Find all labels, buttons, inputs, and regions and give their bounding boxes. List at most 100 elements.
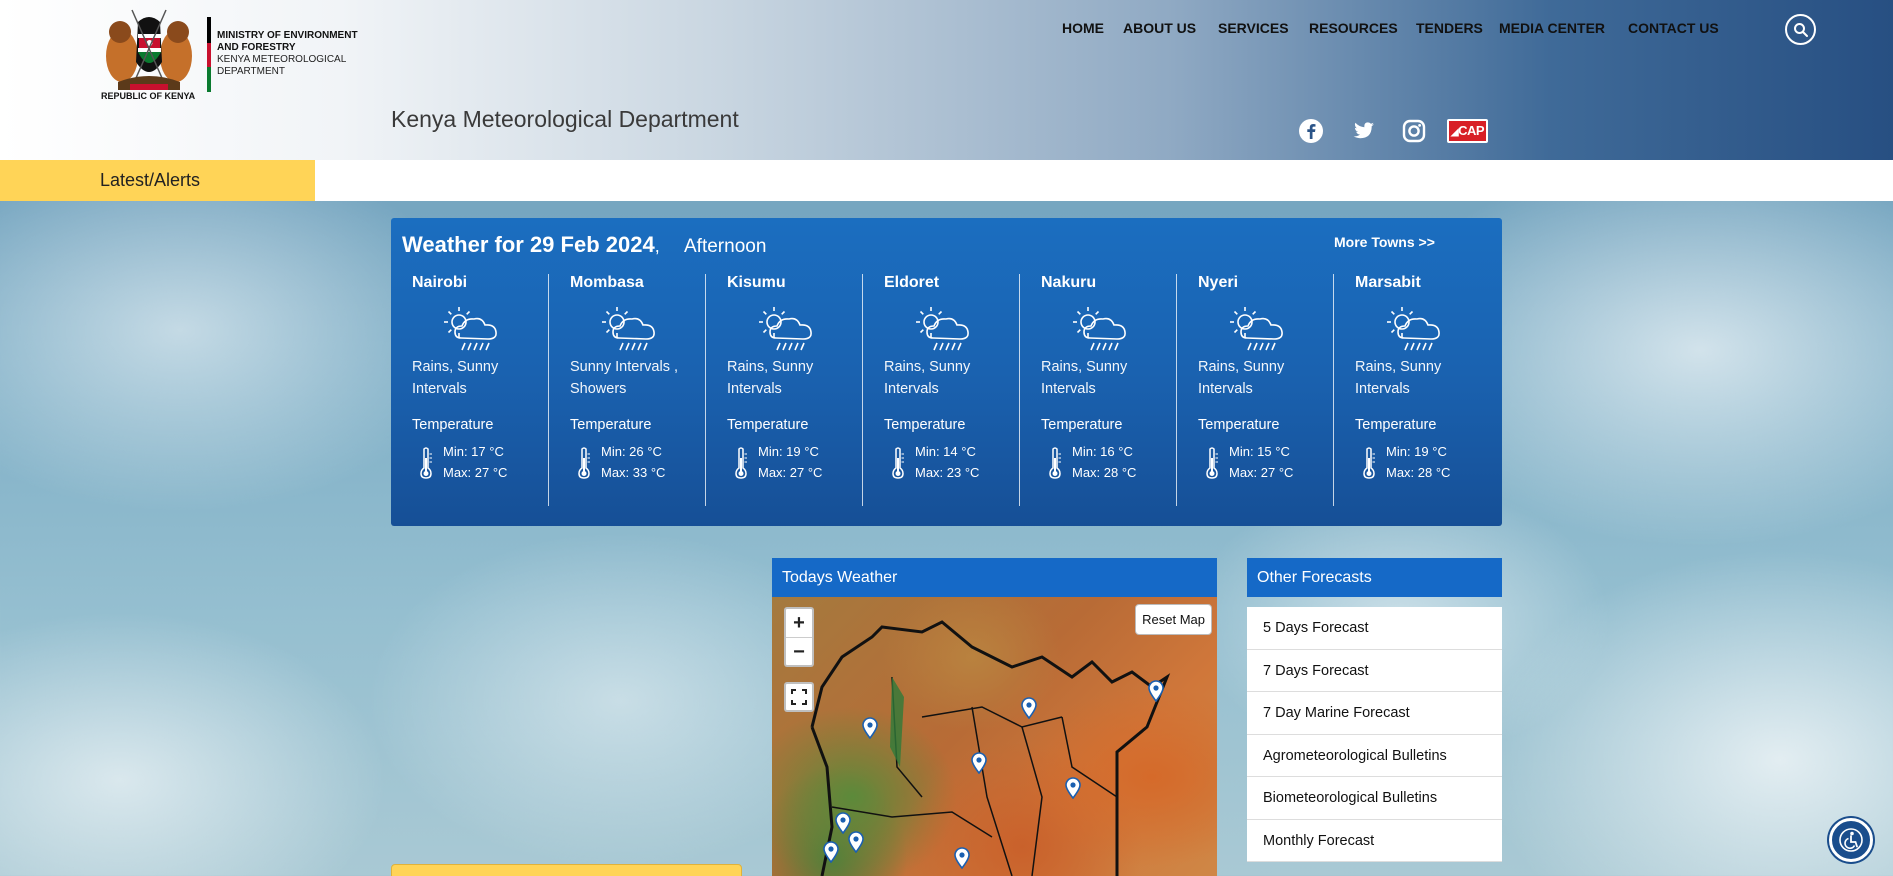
temp-min: Min: 19 °C xyxy=(1386,444,1447,459)
nav-media-center[interactable]: MEDIA CENTER xyxy=(1499,20,1605,36)
coat-of-arms-logo[interactable] xyxy=(100,4,198,102)
nav-resources[interactable]: RESOURCES xyxy=(1309,20,1398,36)
temp-max: Max: 28 °C xyxy=(1386,465,1451,480)
zoom-out-button[interactable]: − xyxy=(786,637,812,665)
alerts-bar: Latest/Alerts xyxy=(0,160,1893,201)
map-marker-icon[interactable] xyxy=(1064,777,1082,799)
forecast-link[interactable]: 7 Days Forecast xyxy=(1247,650,1502,692)
temp-min: Min: 26 °C xyxy=(601,444,662,459)
rain-sun-icon xyxy=(756,304,818,356)
flag-green-bar xyxy=(207,67,211,92)
rain-sun-icon xyxy=(441,304,503,356)
town-condition: Rains, Sunny Intervals xyxy=(412,359,499,397)
latest-alerts-label[interactable]: Latest/Alerts xyxy=(0,160,315,201)
forecast-link[interactable]: Agrometeorological Bulletins xyxy=(1247,735,1502,777)
map-marker-icon[interactable] xyxy=(953,847,971,869)
nav-tenders[interactable]: TENDERS xyxy=(1416,20,1483,36)
site-header: REPUBLIC OF KENYA MINISTRY OF ENVIRONMEN… xyxy=(0,0,1893,160)
forecast-link[interactable]: Biometeorological Bulletins xyxy=(1247,777,1502,820)
nav-services[interactable]: SERVICES xyxy=(1218,20,1289,36)
weather-map[interactable]: + − Reset Map xyxy=(772,597,1217,876)
temperature-label: Temperature xyxy=(412,417,494,433)
thermometer-icon xyxy=(1361,446,1377,480)
temp-min: Min: 17 °C xyxy=(443,444,504,459)
rain-sun-icon xyxy=(1384,304,1446,356)
nav-home[interactable]: HOME xyxy=(1062,20,1104,36)
temp-min: Min: 14 °C xyxy=(915,444,976,459)
cap-alert-link[interactable]: ◢CAP xyxy=(1447,119,1488,143)
logo-caption: REPUBLIC OF KENYA xyxy=(101,91,196,101)
town-condition: Rains, Sunny Intervals xyxy=(884,359,971,397)
town-name: Nakuru xyxy=(1041,274,1097,291)
town-forecast-nyeri[interactable]: Nyeri Rains, Sunny Intervals Temperature… xyxy=(1176,274,1333,506)
title-separator: , xyxy=(654,236,660,256)
map-marker-icon[interactable] xyxy=(847,831,865,853)
todays-weather-title: Todays Weather xyxy=(772,558,1217,597)
search-button[interactable] xyxy=(1785,14,1816,45)
twitter-icon[interactable] xyxy=(1350,118,1376,144)
town-forecast-eldoret[interactable]: Eldoret Rains, Sunny Intervals Temperatu… xyxy=(862,274,1019,506)
accessibility-icon xyxy=(1839,828,1863,852)
zoom-in-button[interactable]: + xyxy=(786,609,812,637)
fullscreen-icon xyxy=(791,689,807,705)
town-forecast-kisumu[interactable]: Kisumu Rains, Sunny Intervals Temperatur… xyxy=(705,274,862,506)
weather-period: Afternoon xyxy=(684,236,767,257)
map-marker-icon[interactable] xyxy=(970,752,988,774)
thermometer-icon xyxy=(576,446,592,480)
weather-date-title: Weather for 29 Feb 2024 xyxy=(402,232,655,257)
temperature-label: Temperature xyxy=(727,417,809,433)
map-marker-icon[interactable] xyxy=(822,841,840,863)
town-name: Mombasa xyxy=(570,274,644,291)
zoom-control: + − xyxy=(784,607,814,667)
ministry-block: MINISTRY OF ENVIRONMENT AND FORESTRY KEN… xyxy=(207,17,358,92)
map-marker-icon[interactable] xyxy=(861,717,879,739)
instagram-icon[interactable] xyxy=(1401,118,1427,144)
forecast-link[interactable]: 7 Day Marine Forecast xyxy=(1247,692,1502,735)
forecast-link[interactable]: 5 Days Forecast xyxy=(1247,607,1502,650)
cap-label: CAP xyxy=(1458,123,1485,138)
rain-sun-icon xyxy=(1227,304,1289,356)
side-yellow-card xyxy=(391,864,742,876)
rain-sun-icon xyxy=(913,304,975,356)
department-name: KENYA METEOROLOGICAL DEPARTMENT xyxy=(217,54,346,77)
weather-title: Weather for 29 Feb 2024, xyxy=(402,232,660,258)
town-name: Nairobi xyxy=(412,274,468,291)
forecast-link[interactable]: Monthly Forecast xyxy=(1247,820,1502,862)
town-forecast-marsabit[interactable]: Marsabit Rains, Sunny Intervals Temperat… xyxy=(1333,274,1490,506)
town-forecast-nairobi[interactable]: Nairobi Rains, Sunny Intervals Temperatu… xyxy=(391,274,548,506)
nav-about[interactable]: ABOUT US xyxy=(1123,20,1196,36)
temperature-label: Temperature xyxy=(884,417,966,433)
town-condition: Rains, Sunny Intervals xyxy=(1041,359,1128,397)
thermometer-icon xyxy=(418,446,434,480)
reset-map-button[interactable]: Reset Map xyxy=(1135,604,1212,635)
town-forecast-nakuru[interactable]: Nakuru Rains, Sunny Intervals Temperatur… xyxy=(1019,274,1176,506)
temp-min: Min: 15 °C xyxy=(1229,444,1290,459)
thermometer-icon xyxy=(733,446,749,480)
temperature-label: Temperature xyxy=(1198,417,1280,433)
town-forecast-mombasa[interactable]: Mombasa Sunny Intervals , Showers Temper… xyxy=(548,274,705,506)
town-name: Kisumu xyxy=(727,274,786,291)
temperature-label: Temperature xyxy=(570,417,652,433)
town-condition: Rains, Sunny Intervals xyxy=(1355,359,1442,397)
thermometer-icon xyxy=(1204,446,1220,480)
more-towns-link[interactable]: More Towns >> xyxy=(1334,234,1435,250)
other-forecasts-title: Other Forecasts xyxy=(1247,558,1502,597)
flag-red-bar xyxy=(207,43,211,67)
forecast-list: 5 Days Forecast 7 Days Forecast 7 Day Mari… xyxy=(1247,607,1502,862)
temperature-label: Temperature xyxy=(1355,417,1437,433)
weather-panel: Weather for 29 Feb 2024, Afternoon More … xyxy=(391,218,1502,526)
map-marker-icon[interactable] xyxy=(1147,680,1165,702)
search-icon xyxy=(1793,22,1808,37)
map-marker-icon[interactable] xyxy=(1020,697,1038,719)
rain-sun-icon xyxy=(1070,304,1132,356)
town-condition: Sunny Intervals , Showers xyxy=(570,359,678,397)
nav-contact[interactable]: CONTACT US xyxy=(1628,20,1719,36)
town-name: Eldoret xyxy=(884,274,940,291)
fullscreen-button[interactable] xyxy=(784,682,814,712)
temp-min: Min: 19 °C xyxy=(758,444,819,459)
accessibility-button[interactable] xyxy=(1829,818,1873,862)
kenya-map-borders xyxy=(810,620,1171,876)
temp-max: Max: 28 °C xyxy=(1072,465,1137,480)
temp-min: Min: 16 °C xyxy=(1072,444,1133,459)
facebook-icon[interactable] xyxy=(1298,118,1324,144)
